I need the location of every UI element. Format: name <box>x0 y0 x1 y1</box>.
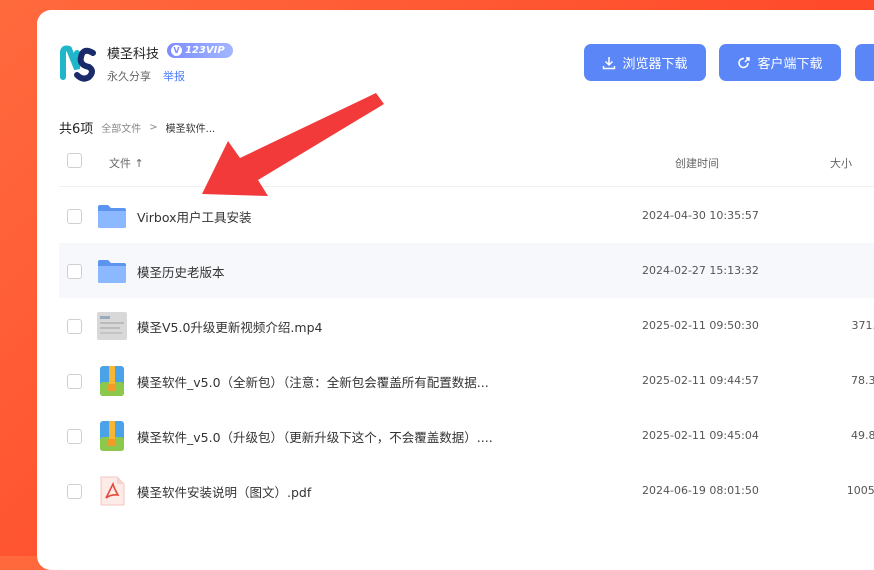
download-icon <box>603 56 616 69</box>
browser-download-button[interactable]: 浏览器下载 <box>584 44 706 81</box>
client-download-button[interactable]: 客户端下载 <box>719 44 841 81</box>
file-size: 49.82 MB <box>850 429 874 442</box>
file-name[interactable]: 模圣软件_v5.0（全新包）（注意：全新包会覆盖所有配置数据... <box>137 372 489 391</box>
breadcrumb-root[interactable]: 全部文件 <box>101 120 141 135</box>
row-checkbox[interactable] <box>67 374 82 389</box>
row-checkbox[interactable] <box>67 319 82 334</box>
file-date: 2025-02-11 09:44:57 <box>642 374 759 387</box>
vip-badge: V 123VIP <box>167 43 233 58</box>
item-count: 共6项 <box>59 122 94 137</box>
file-date: 2024-02-27 15:13:32 <box>642 264 759 277</box>
client-download-label: 客户端下载 <box>757 57 823 72</box>
row-checkbox[interactable] <box>67 209 82 224</box>
table-row[interactable]: 模圣软件_v5.0（全新包）（注意：全新包会覆盖所有配置数据... 2025-02… <box>59 353 874 408</box>
col-size-header: 大小 <box>830 157 852 170</box>
file-size: 1005.62 K <box>846 484 874 497</box>
file-date: 2024-06-19 08:01:50 <box>642 484 759 497</box>
more-button[interactable] <box>855 44 874 81</box>
col-file-header[interactable]: 文件 ↑ <box>109 155 144 171</box>
table-row[interactable]: 模圣软件_v5.0（升级包）（更新升级下这个，不会覆盖数据）.... 2025-0… <box>59 408 874 463</box>
archive-icon <box>97 366 127 396</box>
folder-icon <box>97 201 127 231</box>
brand-logo-icon <box>60 45 96 82</box>
file-name[interactable]: 模圣软件_v5.0（升级包）（更新升级下这个，不会覆盖数据）.... <box>137 427 493 446</box>
table-row[interactable]: 模圣软件安装说明（图文）.pdf 2024-06-19 08:01:50 1005.… <box>59 463 874 518</box>
breadcrumb-separator: > <box>149 122 158 133</box>
file-date: 2025-02-11 09:45:04 <box>642 429 759 442</box>
video-thumbnail-icon <box>97 311 127 341</box>
file-name[interactable]: 模圣历史老版本 <box>137 262 225 281</box>
brand-name: 模圣科技 <box>107 47 160 62</box>
row-checkbox[interactable] <box>67 429 82 444</box>
report-link[interactable]: 举报 <box>163 68 185 84</box>
table-row[interactable]: 模圣历史老版本 2024-02-27 15:13:32 - <box>59 243 874 298</box>
file-name[interactable]: Virbox用户工具安装 <box>137 207 251 226</box>
row-checkbox[interactable] <box>67 264 82 279</box>
row-checkbox[interactable] <box>67 484 82 499</box>
vip-label: 123VIP <box>185 45 225 56</box>
archive-icon <box>97 421 127 451</box>
folder-icon <box>97 256 127 286</box>
client-icon <box>738 56 751 68</box>
file-date: 2024-04-30 10:35:57 <box>642 209 759 222</box>
pdf-icon <box>97 476 127 506</box>
share-card: 模圣科技 V 123VIP 永久分享 举报 浏览器下载 客户端下载 共6项 全部文… <box>37 10 874 570</box>
file-name[interactable]: 模圣软件安装说明（图文）.pdf <box>137 482 311 501</box>
breadcrumb-current: 模圣软件... <box>165 124 216 135</box>
browser-download-label: 浏览器下载 <box>622 57 688 72</box>
file-date: 2025-02-11 09:50:30 <box>642 319 759 332</box>
col-date-header: 创建时间 <box>675 157 719 170</box>
breadcrumb: 共6项 全部文件 > 模圣软件... <box>59 118 215 137</box>
select-all-checkbox[interactable] <box>67 153 82 168</box>
table-row[interactable]: 模圣V5.0升级更新视频介绍.mp4 2025-02-11 09:50:30 371… <box>59 298 874 353</box>
share-type: 永久分享 <box>107 70 151 83</box>
table-row[interactable]: Virbox用户工具安装 2024-04-30 10:35:57 - <box>59 188 874 243</box>
file-size: - <box>823 209 874 222</box>
file-size: - <box>823 264 874 277</box>
file-size: 371.05 M <box>851 319 874 332</box>
file-size: 78.37 MB <box>850 374 874 387</box>
table-header: 文件 ↑ 创建时间 大小 <box>59 150 874 187</box>
vip-v-icon: V <box>171 45 182 56</box>
file-name[interactable]: 模圣V5.0升级更新视频介绍.mp4 <box>137 317 322 336</box>
